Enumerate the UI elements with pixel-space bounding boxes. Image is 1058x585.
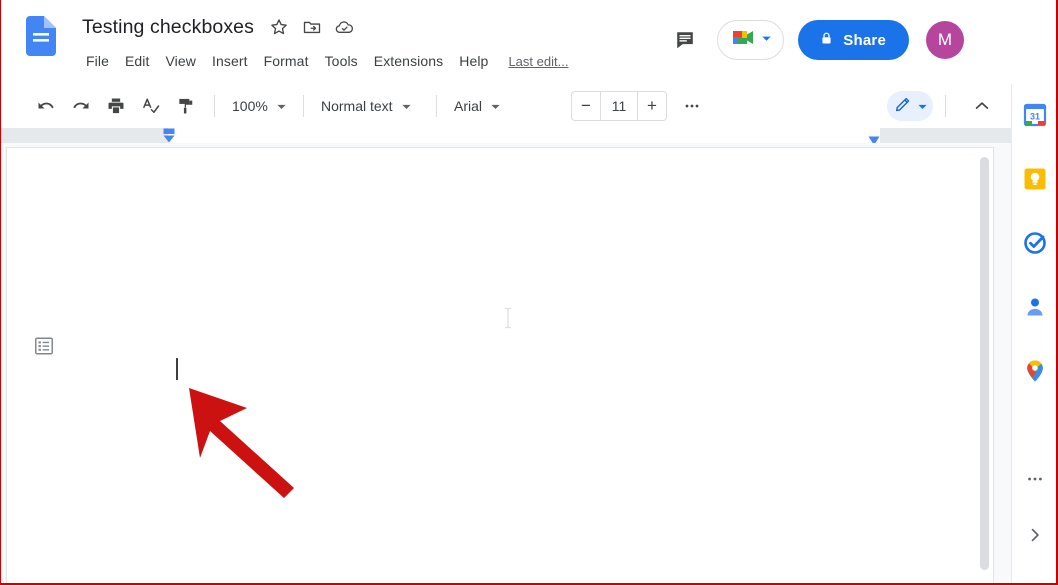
side-panel: 31 <box>1011 84 1058 585</box>
pencil-icon <box>894 94 913 118</box>
chevron-right-icon[interactable] <box>1019 521 1051 549</box>
font-family-value: Arial <box>454 98 483 114</box>
header-actions: Share M <box>665 14 964 66</box>
menu-item-insert[interactable]: Insert <box>204 51 256 71</box>
scrollbar-thumb[interactable] <box>980 157 989 570</box>
font-size-increase-button[interactable]: + <box>638 92 666 120</box>
right-indent-marker[interactable] <box>866 133 883 145</box>
document-page[interactable] <box>6 147 994 585</box>
toolbar-divider <box>436 95 437 117</box>
comment-icon[interactable] <box>665 20 705 60</box>
google-docs-window: Testing checkboxes File Edit View Insert… <box>0 0 1058 585</box>
share-button-label: Share <box>843 31 886 49</box>
menu-item-extensions[interactable]: Extensions <box>366 51 451 71</box>
svg-text:31: 31 <box>1030 112 1040 122</box>
google-meet-icon <box>728 27 758 54</box>
toolbar-more-button[interactable] <box>677 91 707 121</box>
ruler-content-area <box>168 128 880 143</box>
mouse-ibeam-cursor <box>502 307 514 334</box>
sidebar-item-maps[interactable] <box>1019 357 1051 385</box>
left-indent-marker[interactable] <box>161 128 178 144</box>
star-icon[interactable] <box>267 15 291 39</box>
paragraph-style-value: Normal text <box>321 98 393 114</box>
undo-button[interactable] <box>31 91 61 121</box>
menu-item-help[interactable]: Help <box>451 51 496 71</box>
sidebar-item-keep[interactable] <box>1019 165 1051 193</box>
move-to-folder-icon[interactable] <box>300 15 324 39</box>
chevron-down-icon <box>401 101 412 112</box>
toolbar-divider <box>214 95 215 117</box>
chevron-up-icon[interactable] <box>967 91 997 121</box>
menu-item-format[interactable]: Format <box>256 51 317 71</box>
chevron-down-icon <box>917 101 928 112</box>
docs-file-icon[interactable] <box>26 16 56 56</box>
menu-item-tools[interactable]: Tools <box>317 51 366 71</box>
menu-item-edit[interactable]: Edit <box>117 51 158 71</box>
sidebar-more-button[interactable] <box>1019 465 1051 493</box>
sidebar-item-calendar[interactable]: 31 <box>1019 101 1051 129</box>
title-row: Testing checkboxes <box>78 8 357 46</box>
header: Testing checkboxes File Edit View Insert… <box>0 0 1011 84</box>
chevron-down-icon <box>276 101 287 112</box>
lock-icon <box>819 31 834 50</box>
toolbar-right-group <box>887 91 1011 121</box>
spelling-check-button[interactable] <box>136 91 166 121</box>
font-size-input[interactable]: 11 <box>600 92 638 120</box>
paragraph-style-dropdown[interactable]: Normal text <box>312 91 428 121</box>
menu-bar: File Edit View Insert Format Tools Exten… <box>78 48 568 74</box>
redo-button[interactable] <box>66 91 96 121</box>
sidebar-item-tasks[interactable] <box>1019 229 1051 257</box>
font-size-stepper: − 11 + <box>571 91 667 121</box>
chevron-down-icon <box>761 31 772 49</box>
red-arrow-annotation <box>172 376 317 501</box>
menu-item-view[interactable]: View <box>158 51 205 71</box>
cloud-saved-icon[interactable] <box>333 15 357 39</box>
toolbar-divider <box>945 95 946 117</box>
sidebar-item-contacts[interactable] <box>1019 293 1051 321</box>
document-canvas[interactable] <box>0 143 1011 585</box>
chevron-down-icon <box>490 101 501 112</box>
share-button[interactable]: Share <box>798 20 909 60</box>
google-meet-button[interactable] <box>717 20 785 60</box>
last-edit-link[interactable]: Last edit... <box>508 54 568 69</box>
ruler[interactable] <box>0 128 1011 145</box>
paint-format-button[interactable] <box>171 91 201 121</box>
toolbar-divider <box>303 95 304 117</box>
menu-item-file[interactable]: File <box>78 51 117 71</box>
document-outline-icon[interactable] <box>32 334 56 358</box>
font-size-decrease-button[interactable]: − <box>572 92 600 120</box>
print-button[interactable] <box>101 91 131 121</box>
zoom-dropdown[interactable]: 100% <box>223 91 295 121</box>
zoom-value: 100% <box>232 98 268 114</box>
avatar[interactable]: M <box>926 21 964 59</box>
font-family-dropdown[interactable]: Arial <box>445 91 565 121</box>
page-title[interactable]: Testing checkboxes <box>78 14 258 41</box>
editing-mode-button[interactable] <box>887 91 933 121</box>
document-scrollbar[interactable] <box>978 148 992 585</box>
toolbar: 100% Normal text Arial − 11 + <box>0 84 1011 128</box>
